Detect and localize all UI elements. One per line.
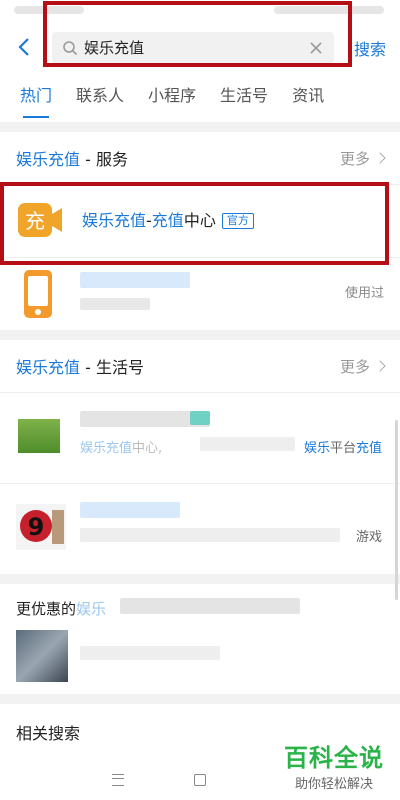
- services-section-header: 娱乐充值 - 服务 更多: [0, 132, 400, 185]
- life-account-item[interactable]: 9 游戏: [0, 484, 400, 574]
- menu-icon[interactable]: [112, 774, 124, 786]
- account-description-end: 娱乐平台充值: [304, 437, 382, 456]
- clear-icon[interactable]: [308, 40, 324, 56]
- status-bar-left-blur: [14, 6, 84, 14]
- section-suffix: - 生活号: [80, 358, 144, 377]
- services-section: 娱乐充值 - 服务 更多 充 娱乐充值-充值中心 官方 使用过: [0, 132, 400, 330]
- scrollbar[interactable]: [395, 420, 398, 600]
- section-suffix: - 服务: [80, 150, 128, 169]
- deals-title-keyword: 娱乐: [76, 600, 107, 618]
- chevron-right-icon: [374, 152, 386, 164]
- deals-title-prefix: 更优惠的: [16, 600, 77, 618]
- home-icon[interactable]: [194, 774, 206, 786]
- svg-text:充: 充: [25, 209, 45, 233]
- service-item-title: 娱乐充值-充值中心 官方: [82, 185, 254, 257]
- watermark-title: 百科全说: [284, 744, 384, 772]
- title-keyword-2: 充值: [151, 211, 184, 230]
- tab-hot[interactable]: 热门: [20, 72, 52, 122]
- account-avatar: [18, 419, 60, 453]
- desc-keyword: 娱乐: [303, 441, 330, 456]
- desc-rest: 平台: [329, 441, 356, 456]
- service-item-blurred[interactable]: 使用过: [0, 258, 400, 330]
- account-description-end: 游戏: [355, 530, 382, 545]
- official-badge: 官方: [221, 213, 254, 229]
- life-more-link[interactable]: 更多: [339, 356, 386, 377]
- blurred-desc: [200, 437, 295, 451]
- account-avatar: 9: [16, 504, 66, 550]
- more-label: 更多: [339, 149, 370, 168]
- related-searches-title: 相关搜索: [16, 724, 81, 743]
- life-account-item[interactable]: 娱乐充值中心, 娱乐平台充值: [0, 393, 400, 484]
- tab-contacts[interactable]: 联系人: [76, 72, 124, 122]
- chevron-right-icon: [374, 360, 386, 372]
- deals-section-title: 更优惠的娱乐: [16, 598, 106, 619]
- deals-section: 更优惠的娱乐: [0, 584, 400, 694]
- phone-app-icon: [24, 270, 52, 318]
- more-label: 更多: [339, 357, 370, 376]
- service-item-recharge-center[interactable]: 充 娱乐充值-充值中心 官方: [0, 185, 400, 258]
- watermark-subtitle: 助你轻松解决: [294, 777, 373, 792]
- recharge-app-icon: 充: [16, 198, 66, 244]
- search-button[interactable]: 搜索: [354, 36, 386, 60]
- search-input[interactable]: 娱乐充值: [84, 32, 144, 64]
- used-status: 使用过: [344, 286, 384, 301]
- tab-mini-programs[interactable]: 小程序: [148, 72, 196, 122]
- status-bar-right-blur: [274, 6, 384, 14]
- blurred-title: [120, 598, 300, 614]
- life-section-header: 娱乐充值 - 生活号 更多: [0, 340, 400, 393]
- svg-text:9: 9: [28, 513, 45, 541]
- watermark-logo: 百科全说 助你轻松解决: [284, 738, 384, 792]
- title-keyword: 娱乐充值: [82, 211, 147, 230]
- blurred-tag: [190, 411, 210, 425]
- blurred-desc: [80, 646, 220, 660]
- services-more-link[interactable]: 更多: [339, 148, 386, 169]
- search-tabs: 热门 联系人 小程序 生活号 资讯: [0, 72, 400, 122]
- back-button[interactable]: [10, 30, 38, 64]
- chevron-left-icon: [18, 38, 29, 56]
- deal-thumbnail: [16, 630, 68, 682]
- blurred-title: [80, 502, 180, 518]
- services-section-title: 娱乐充值 - 服务: [16, 146, 128, 170]
- blurred-subtitle: [80, 298, 150, 310]
- blurred-desc: [80, 528, 340, 542]
- search-header: 娱乐充值 搜索: [0, 22, 400, 72]
- desc-keyword: 充值: [355, 441, 382, 456]
- tab-life-accounts[interactable]: 生活号: [220, 72, 268, 122]
- life-section-title: 娱乐充值 - 生活号: [16, 354, 144, 378]
- desc-mid: 中心,: [132, 441, 163, 456]
- life-accounts-section: 娱乐充值 - 生活号 更多 娱乐充值中心, 娱乐平台充值 9 游戏: [0, 340, 400, 574]
- blurred-title: [80, 272, 190, 288]
- section-keyword: 娱乐充值: [16, 150, 81, 169]
- section-keyword: 娱乐充值: [16, 358, 81, 377]
- tab-news[interactable]: 资讯: [292, 72, 324, 122]
- account-description: 娱乐充值中心,: [80, 437, 162, 456]
- search-box[interactable]: 娱乐充值: [52, 32, 334, 64]
- title-rest: 中心: [183, 211, 216, 230]
- status-bar: [0, 0, 400, 22]
- search-icon: [63, 41, 78, 56]
- desc-keyword: 娱乐充值: [80, 441, 133, 456]
